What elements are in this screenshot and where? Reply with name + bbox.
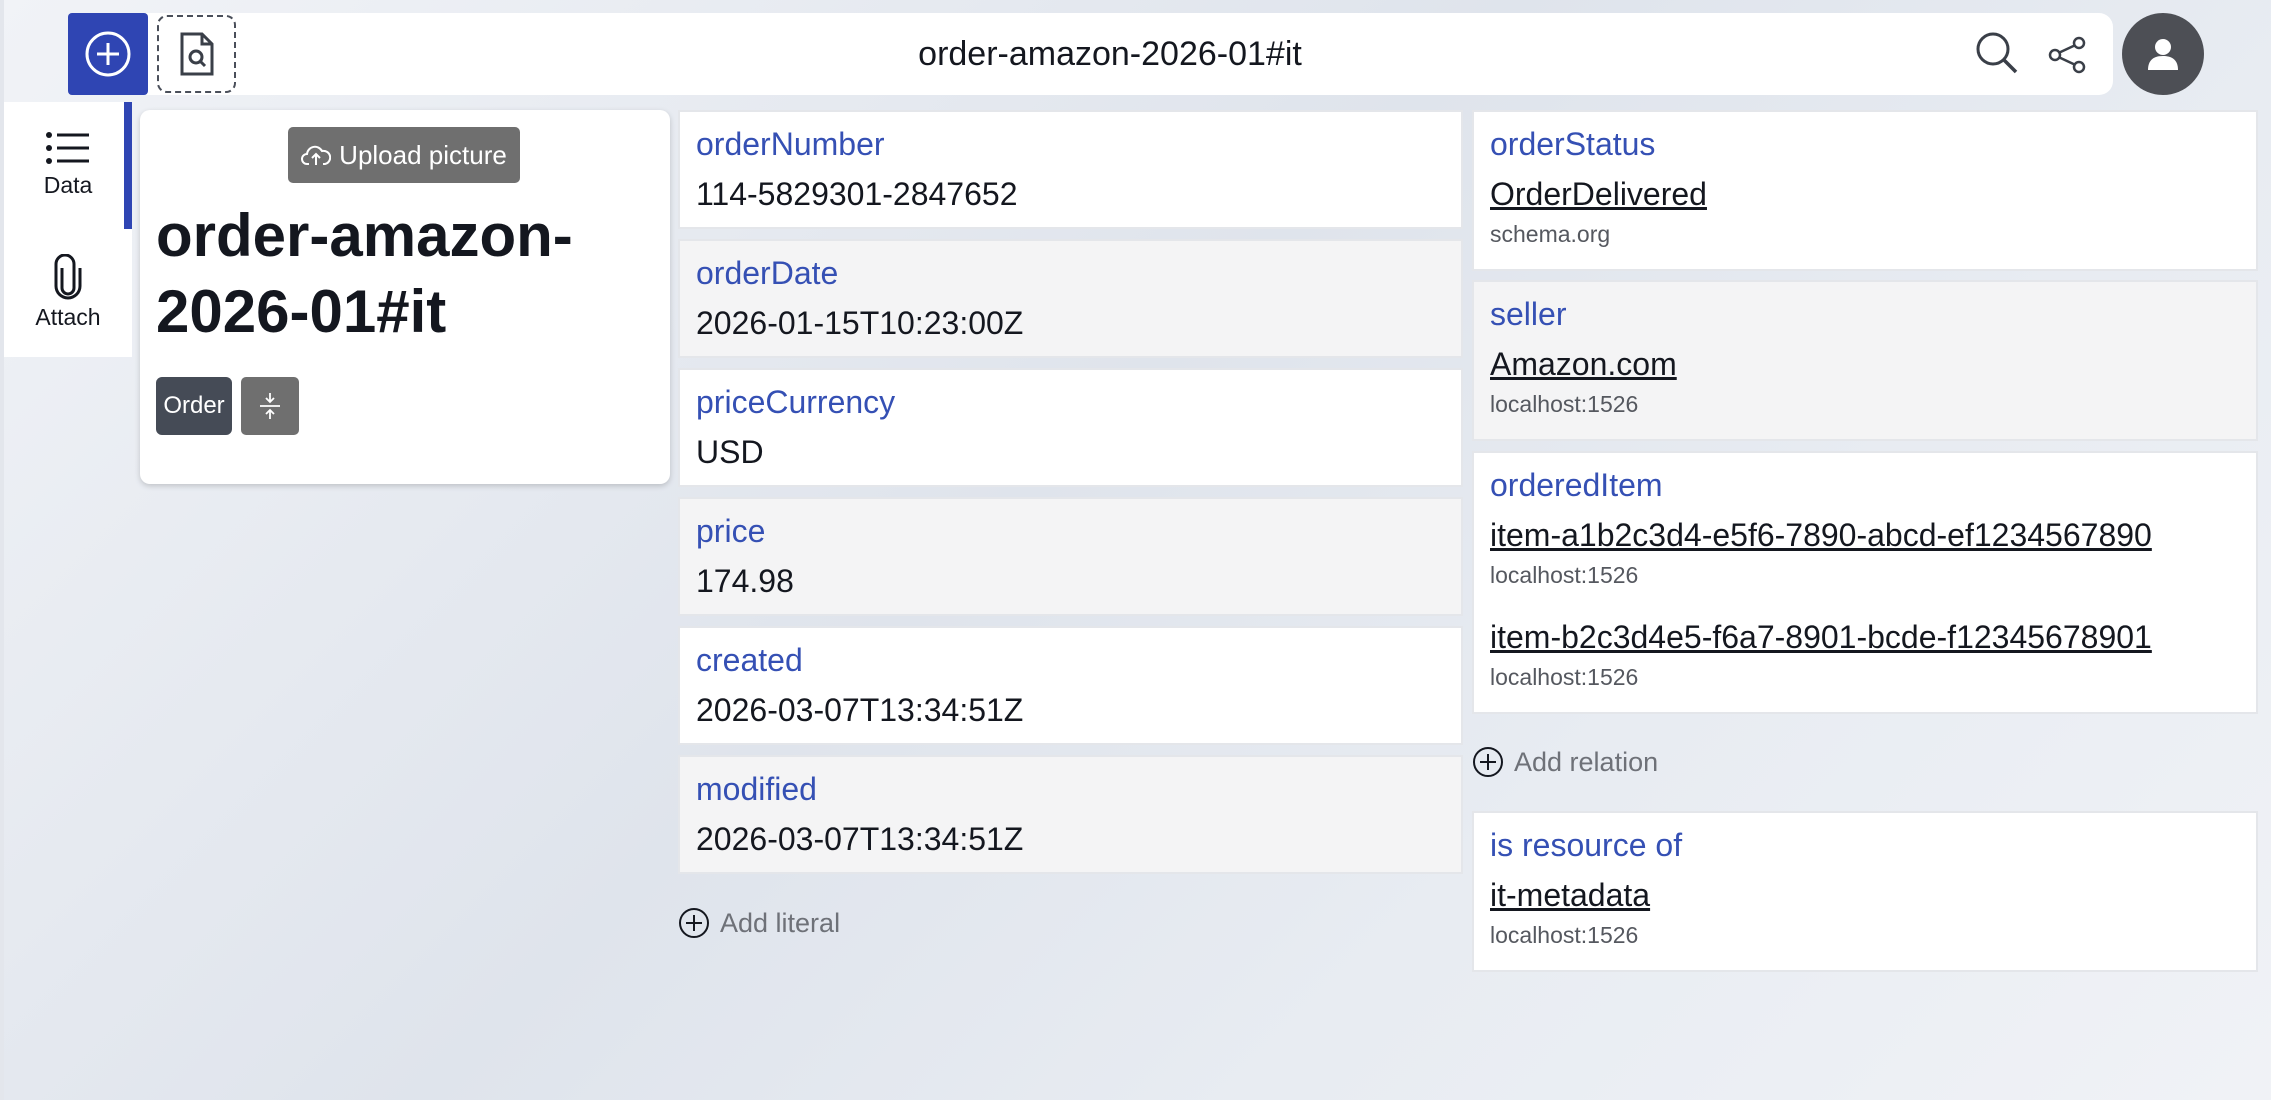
field-value: 2026-03-07T13:34:51Z bbox=[696, 821, 1024, 857]
field-label: orderDate bbox=[696, 255, 839, 291]
relation-item: it-metadata localhost:1526 bbox=[1490, 877, 1650, 949]
new-resource-button[interactable] bbox=[68, 13, 148, 95]
field-label: created bbox=[696, 642, 803, 678]
expand-vertical-icon bbox=[260, 393, 280, 419]
field-label: modified bbox=[696, 771, 817, 807]
plus-circle-icon bbox=[1473, 747, 1503, 777]
document-title: order-amazon-2026-01#it bbox=[918, 34, 1302, 73]
document-search-button[interactable] bbox=[157, 15, 236, 93]
field-label: price bbox=[696, 513, 766, 549]
user-avatar-button[interactable] bbox=[2122, 13, 2204, 95]
field-label: seller bbox=[1490, 296, 1567, 332]
field-label: is resource of bbox=[1490, 827, 1683, 863]
field-value: USD bbox=[696, 434, 764, 470]
field-value: 2026-03-07T13:34:51Z bbox=[696, 692, 1024, 728]
relation-item: item-b2c3d4e5-f6a7-8901-bcde-f1234567890… bbox=[1490, 619, 2152, 691]
upload-picture-label: Upload picture bbox=[339, 139, 507, 170]
relation-link[interactable]: OrderDelivered bbox=[1490, 176, 1707, 213]
backlinks-is-resource-of: is resource of it-metadata localhost:152… bbox=[1472, 811, 2258, 972]
share-icon bbox=[2048, 36, 2086, 74]
relation-host: schema.org bbox=[1490, 221, 1611, 247]
paperclip-icon bbox=[54, 254, 82, 300]
search-button[interactable] bbox=[1972, 28, 2022, 78]
plus-circle-icon bbox=[679, 908, 709, 938]
literal-price-currency[interactable]: priceCurrency USD bbox=[678, 368, 1463, 487]
list-icon bbox=[46, 132, 89, 164]
literal-modified[interactable]: modified 2026-03-07T13:34:51Z bbox=[678, 755, 1463, 874]
relation-link[interactable]: item-b2c3d4e5-f6a7-8901-bcde-f1234567890… bbox=[1490, 619, 2152, 656]
resource-title: order-amazon-2026-01#it bbox=[156, 202, 573, 345]
search-icon bbox=[1976, 32, 2018, 74]
literal-order-date[interactable]: orderDate 2026-01-15T10:23:00Z bbox=[678, 239, 1463, 358]
relation-link[interactable]: Amazon.com bbox=[1490, 346, 1677, 383]
share-button[interactable] bbox=[2042, 30, 2092, 80]
add-literal-label: Add literal bbox=[720, 907, 841, 938]
relation-host: localhost:1526 bbox=[1490, 922, 1639, 948]
field-value: 2026-01-15T10:23:00Z bbox=[696, 305, 1024, 341]
relation-link[interactable]: it-metadata bbox=[1490, 877, 1650, 914]
relation-seller: seller Amazon.com localhost:1526 bbox=[1472, 280, 2258, 441]
user-icon bbox=[2148, 39, 2178, 70]
upload-picture-button[interactable]: Upload picture bbox=[288, 127, 520, 183]
add-literal-button[interactable]: Add literal bbox=[678, 907, 840, 939]
plus-circle-icon bbox=[85, 31, 131, 77]
relation-order-status: orderStatus OrderDelivered schema.org bbox=[1472, 110, 2258, 271]
add-relation-button[interactable]: Add relation bbox=[1472, 746, 1658, 778]
sidebar-item-attach[interactable]: Attach bbox=[4, 254, 132, 331]
relation-item: item-a1b2c3d4-e5f6-7890-abcd-ef123456789… bbox=[1490, 517, 2152, 589]
literal-created[interactable]: created 2026-03-07T13:34:51Z bbox=[678, 626, 1463, 745]
relation-host: localhost:1526 bbox=[1490, 664, 1639, 690]
field-label: orderedItem bbox=[1490, 467, 1663, 503]
relation-item: Amazon.com localhost:1526 bbox=[1490, 346, 1677, 418]
expand-button[interactable] bbox=[241, 377, 299, 435]
literal-price[interactable]: price 174.98 bbox=[678, 497, 1463, 616]
active-tab-indicator bbox=[124, 102, 132, 229]
field-label: orderNumber bbox=[696, 126, 885, 162]
relation-link[interactable]: item-a1b2c3d4-e5f6-7890-abcd-ef123456789… bbox=[1490, 517, 2152, 554]
relation-host: localhost:1526 bbox=[1490, 391, 1639, 417]
relation-host: localhost:1526 bbox=[1490, 562, 1639, 588]
sidebar-item-label: Data bbox=[43, 172, 93, 198]
document-search-icon bbox=[180, 32, 213, 76]
type-chip[interactable]: Order bbox=[156, 377, 232, 435]
field-label: orderStatus bbox=[1490, 126, 1656, 162]
cloud-upload-icon bbox=[301, 145, 332, 165]
sidebar-item-label: Attach bbox=[35, 304, 101, 330]
field-value: 174.98 bbox=[696, 563, 794, 599]
sidebar-item-data[interactable]: Data bbox=[4, 130, 132, 199]
relation-item: OrderDelivered schema.org bbox=[1490, 176, 1707, 248]
add-relation-label: Add relation bbox=[1514, 746, 1659, 777]
field-value: 114-5829301-2847652 bbox=[696, 176, 1018, 212]
side-rail: Data Attach bbox=[4, 102, 132, 357]
field-label: priceCurrency bbox=[696, 384, 896, 420]
resource-card: Upload picture order-amazon-2026-01#it O… bbox=[140, 110, 670, 484]
relation-ordered-item: orderedItem item-a1b2c3d4-e5f6-7890-abcd… bbox=[1472, 451, 2258, 714]
literal-order-number[interactable]: orderNumber 114-5829301-2847652 bbox=[678, 110, 1463, 229]
